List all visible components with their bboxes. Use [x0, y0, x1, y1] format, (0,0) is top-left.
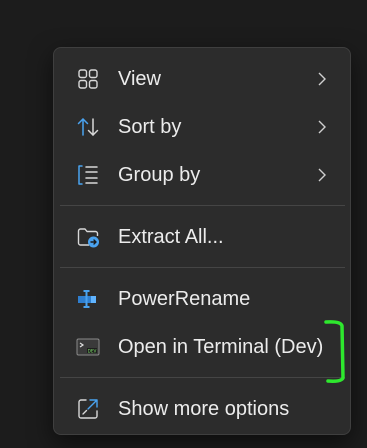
menu-item-label: Show more options [118, 398, 290, 420]
highlight-bracket-annotation [324, 320, 345, 383]
menu-item-view[interactable]: View [60, 59, 345, 99]
menu-item-label: View [118, 68, 161, 90]
menu-item-label: Open in Terminal (Dev) [118, 336, 324, 358]
show-more-icon [76, 397, 100, 421]
chevron-right-icon [317, 71, 327, 87]
folder-extract-icon [76, 225, 100, 249]
menu-item-label: Sort by [118, 116, 182, 138]
chevron-right-icon [317, 119, 327, 135]
group-list-icon [76, 163, 100, 187]
grid-icon [76, 67, 100, 91]
menu-item-label: PowerRename [118, 288, 251, 310]
menu-separator [60, 267, 345, 268]
menu-separator [60, 377, 345, 378]
menu-separator [60, 205, 345, 206]
terminal-dev-icon: DEV [76, 335, 100, 359]
menu-item-extract-all[interactable]: Extract All... [60, 217, 345, 257]
menu-item-label: Extract All... [118, 226, 224, 248]
powerrename-icon [76, 287, 100, 311]
context-menu: View Sort by Group by Extract All... Pow… [53, 47, 351, 435]
menu-item-open-in-terminal-dev[interactable]: DEV Open in Terminal (Dev) [60, 327, 345, 367]
sort-arrows-icon [76, 115, 100, 139]
terminal-dev-badge: DEV [88, 348, 97, 353]
menu-item-show-more-options[interactable]: Show more options [60, 389, 345, 429]
menu-item-powerrename[interactable]: PowerRename [60, 279, 345, 319]
chevron-right-icon [317, 167, 327, 183]
menu-item-group-by[interactable]: Group by [60, 155, 345, 195]
menu-item-label: Group by [118, 164, 201, 186]
menu-item-sort-by[interactable]: Sort by [60, 107, 345, 147]
